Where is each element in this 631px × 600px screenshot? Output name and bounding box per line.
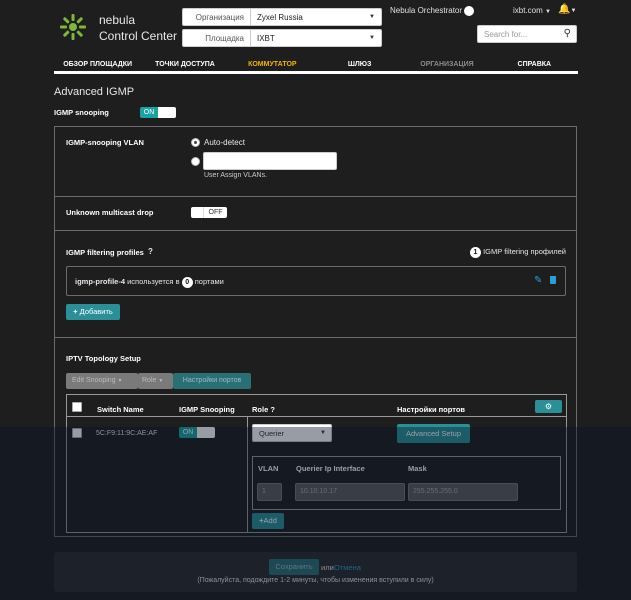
divider	[247, 416, 248, 533]
iptv-title: IPTV Topology Setup	[66, 354, 141, 363]
divider	[54, 230, 577, 231]
row-checkbox[interactable]	[72, 428, 82, 438]
add-profile-button[interactable]: + Добавить	[66, 304, 120, 320]
toggle-state: ON	[140, 107, 158, 118]
profile-row: igmp-profile-4 используется в 0 портами …	[66, 266, 566, 296]
col-role: Role ?	[252, 405, 275, 414]
site-value: IXBT	[257, 33, 275, 43]
chevron-down-icon: ▼	[369, 14, 375, 20]
auto-detect-label: Auto-detect	[204, 138, 245, 147]
bell-icon[interactable]: 🔔▼	[558, 4, 576, 15]
organization-select[interactable]: Организация Zyxel Russia ▼	[182, 8, 382, 26]
igmp-snooping-label: IGMP snooping	[54, 108, 109, 117]
col-mask: Mask	[408, 464, 427, 473]
add-querier-label: Add	[263, 516, 277, 525]
filtering-label: IGMP filtering profiles	[66, 248, 144, 257]
brand-subtitle: Control Center	[99, 29, 178, 43]
tab-site-overview[interactable]: ОБЗОР ПЛОЩАДКИ	[54, 58, 141, 71]
toggle-state: OFF	[203, 207, 227, 218]
divider	[66, 416, 567, 417]
save-note: (Пожалуйста, подождите 1-2 минуты, чтобы…	[197, 577, 434, 584]
page-title: Advanced IGMP	[54, 86, 135, 98]
help-icon[interactable]: ?	[148, 247, 153, 256]
col-port-settings: Настройки портов	[397, 405, 466, 414]
mask-field[interactable]: 255.255.255.0	[408, 483, 518, 501]
col-querier-interface: Querier Ip Interface	[296, 464, 365, 473]
profile-name[interactable]: igmp-profile-4	[75, 277, 125, 286]
cancel-link[interactable]: Отмена	[334, 563, 361, 572]
edit-snooping-label: Edit Snooping	[72, 377, 116, 384]
filtering-count: 1 IGMP filtering профилей	[470, 247, 566, 258]
tab-gateway[interactable]: ШЛЮЗ	[316, 58, 403, 71]
profile-used-in: используется в	[127, 277, 180, 286]
switch-name: 5C:F9:11:9C:AE:AF	[96, 430, 158, 437]
search-placeholder: Search for...	[484, 30, 528, 39]
account-menu[interactable]: ixbt.com ▼	[513, 6, 551, 15]
user-assign-label: User Assign VLANs.	[204, 172, 268, 179]
port-settings-top-button[interactable]: Настройки портов	[173, 373, 251, 389]
plus-icon: +	[73, 307, 78, 316]
tab-organization[interactable]: ОРГАНИЗАЦИЯ	[403, 58, 490, 71]
main-nav: ОБЗОР ПЛОЩАДКИ ТОЧКИ ДОСТУПА КОММУТАТОР …	[54, 58, 578, 74]
chevron-down-icon: ▼	[545, 9, 551, 15]
col-vlan: VLAN	[258, 464, 279, 473]
select-all-checkbox[interactable]	[72, 402, 82, 412]
col-igmp-snooping: IGMP Snooping	[179, 405, 235, 414]
filtering-count-badge: 1	[470, 247, 481, 258]
igmp-snooping-toggle[interactable]: ON	[140, 107, 176, 118]
chevron-down-icon: ▼	[117, 378, 123, 384]
search-input[interactable]: Search for... ⚲	[477, 25, 577, 43]
site-select[interactable]: Площадка IXBT ▼	[182, 29, 382, 47]
tab-access-points[interactable]: ТОЧКИ ДОСТУПА	[141, 58, 228, 71]
multicast-toggle[interactable]: OFF	[191, 207, 227, 218]
querier-ip-field[interactable]: 10.10.10.17	[295, 483, 405, 501]
tab-help[interactable]: СПРАВКА	[491, 58, 578, 71]
profile-ports-count: 0	[181, 277, 193, 288]
save-or: или	[321, 563, 334, 572]
col-switch-name: Switch Name	[97, 405, 144, 414]
trash-icon[interactable]	[550, 276, 556, 284]
divider	[54, 196, 577, 197]
tab-switch[interactable]: КОММУТАТОР	[229, 58, 316, 71]
role-select-value: Querier	[259, 429, 285, 438]
orchestrator-toggle[interactable]	[464, 6, 474, 16]
chevron-down-icon: ▼	[320, 430, 326, 436]
vlan-input[interactable]	[203, 152, 337, 170]
role-dropdown[interactable]: Role ▼	[138, 373, 173, 389]
vlan-label: IGMP-snooping VLAN	[66, 138, 144, 147]
site-label: Площадка	[183, 30, 251, 46]
gear-icon[interactable]: ⚙	[535, 400, 562, 413]
chevron-down-icon: ▼	[158, 378, 164, 384]
add-querier-button[interactable]: +Add	[252, 513, 284, 529]
add-profile-label: Добавить	[79, 307, 113, 316]
filtering-count-label: IGMP filtering профилей	[483, 247, 566, 256]
nebula-logo-icon	[60, 14, 86, 40]
divider	[54, 337, 577, 338]
brand-name: nebula	[99, 13, 136, 27]
advanced-setup-button[interactable]: Advanced Setup	[397, 424, 470, 443]
account-name: ixbt.com	[513, 6, 543, 15]
profile-description: igmp-profile-4 используется в 0 портами	[75, 277, 224, 288]
edit-snooping-dropdown[interactable]: Edit Snooping ▼	[66, 373, 138, 389]
search-icon: ⚲	[563, 28, 571, 39]
vlan-field[interactable]: 1	[257, 483, 282, 501]
organization-label: Организация	[183, 9, 251, 25]
chevron-down-icon: ▼	[369, 35, 375, 41]
role-select[interactable]: Querier ▼	[252, 424, 332, 442]
col-role-label: Role	[252, 405, 269, 414]
multicast-label: Unknown multicast drop	[66, 208, 154, 217]
role-dropdown-label: Role	[142, 377, 157, 384]
edit-icon[interactable]: ✎	[534, 275, 542, 286]
save-button[interactable]: Сохранить	[269, 559, 319, 575]
organization-value: Zyxel Russia	[257, 12, 303, 22]
orchestrator-label: Nebula Orchestrator	[390, 6, 463, 15]
profile-ports-label: портами	[194, 277, 224, 286]
auto-detect-radio[interactable]	[191, 138, 200, 147]
user-assign-radio[interactable]	[191, 157, 200, 166]
row-snooping-toggle[interactable]: ON	[179, 427, 215, 438]
toggle-state: ON	[179, 427, 197, 438]
help-icon[interactable]: ?	[270, 405, 275, 414]
